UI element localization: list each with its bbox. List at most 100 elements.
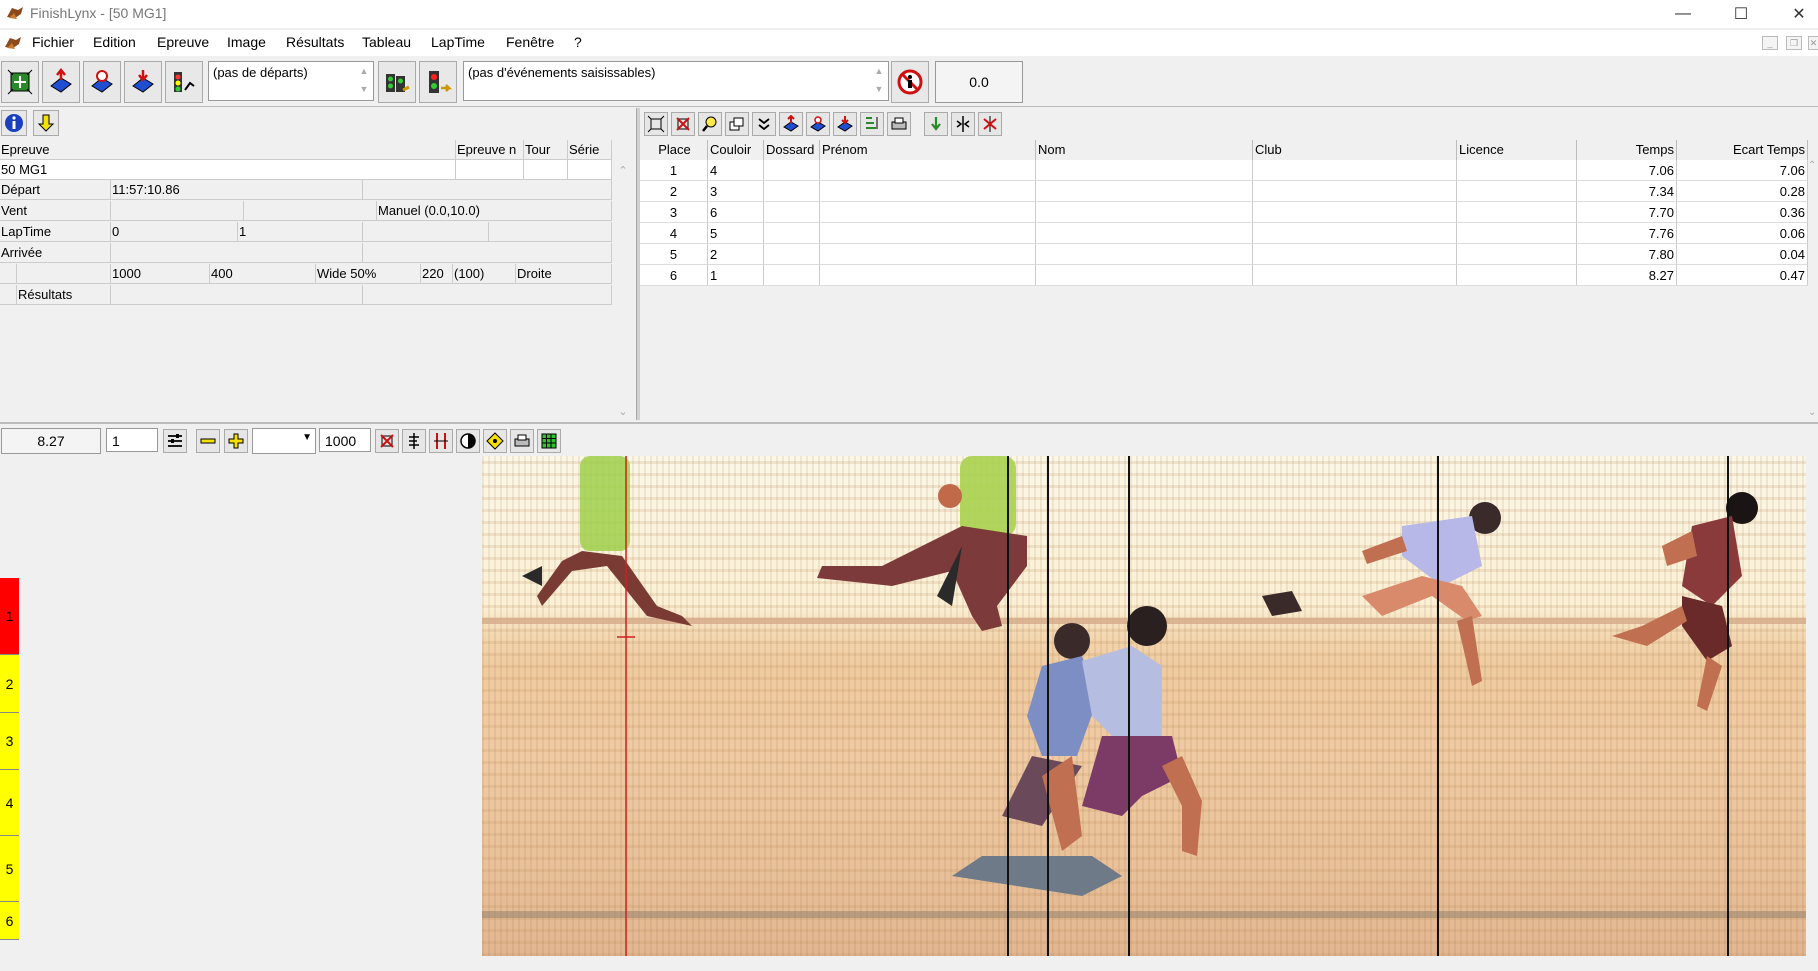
lane-marker-5[interactable]: 5: [0, 836, 19, 902]
lane-marker-2[interactable]: 2: [0, 655, 19, 713]
results-accept-button[interactable]: [924, 112, 948, 136]
cell-dossard[interactable]: [764, 223, 820, 244]
event-name-field[interactable]: 50 MG1: [0, 160, 456, 180]
cell-temps[interactable]: 7.06: [1577, 160, 1677, 181]
event-panel-scrollbar[interactable]: ⌃ ⌄: [614, 160, 632, 418]
time-line-2[interactable]: [1047, 456, 1049, 956]
results-search-button[interactable]: [698, 112, 722, 136]
cell-nom[interactable]: [1036, 160, 1253, 181]
laptime-start[interactable]: 0: [111, 222, 238, 242]
col-ecart-temps[interactable]: Ecart Temps: [1677, 140, 1808, 160]
event-number-field[interactable]: [456, 160, 524, 180]
cell-licence[interactable]: [1457, 265, 1577, 286]
col-nom[interactable]: Nom: [1036, 140, 1253, 160]
no-start-button[interactable]: [891, 61, 929, 103]
col-prenom[interactable]: Prénom: [820, 140, 1036, 160]
zoom-select[interactable]: ▼: [252, 428, 316, 454]
menu-fichier[interactable]: Fichier: [32, 34, 74, 50]
save-event-button[interactable]: [83, 61, 121, 103]
cell-couloir[interactable]: 1: [708, 265, 764, 286]
cell-nom[interactable]: [1036, 181, 1253, 202]
info-button[interactable]: [1, 110, 27, 136]
lane-marker-3[interactable]: 3: [0, 713, 19, 770]
cell-ecart-temps[interactable]: 0.28: [1677, 181, 1808, 202]
results-save-button[interactable]: [806, 112, 830, 136]
results-sort-button[interactable]: [860, 112, 884, 136]
results-print-button[interactable]: [887, 112, 911, 136]
arm-button[interactable]: [378, 61, 416, 103]
lane-marker-4[interactable]: 4: [0, 770, 19, 836]
hairline-button[interactable]: [429, 429, 453, 453]
cell-nom[interactable]: [1036, 202, 1253, 223]
open-event-button[interactable]: [42, 61, 80, 103]
camera-lens[interactable]: Wide 50%: [316, 264, 421, 284]
cell-temps[interactable]: 7.34: [1577, 181, 1677, 202]
download-event-button[interactable]: [124, 61, 162, 103]
menu-epreuve[interactable]: Epreuve: [157, 34, 209, 50]
cell-licence[interactable]: [1457, 223, 1577, 244]
results-open-button[interactable]: [779, 112, 803, 136]
cell-dossard[interactable]: [764, 265, 820, 286]
camera-direction[interactable]: Droite: [516, 264, 612, 284]
time-line-5[interactable]: [1727, 456, 1729, 956]
cell-nom[interactable]: [1036, 265, 1253, 286]
cell-club[interactable]: [1253, 160, 1457, 181]
mdi-minimize-button[interactable]: _: [1762, 36, 1778, 50]
minimize-button[interactable]: —: [1654, 0, 1712, 28]
camera-brightness[interactable]: 220: [421, 264, 453, 284]
col-licence[interactable]: Licence: [1457, 140, 1577, 160]
cell-dossard[interactable]: [764, 244, 820, 265]
cell-place[interactable]: 5: [640, 244, 708, 265]
cell-couloir[interactable]: 3: [708, 181, 764, 202]
menu-tableau[interactable]: Tableau: [362, 34, 411, 50]
cell-place[interactable]: 2: [640, 181, 708, 202]
resultats-value[interactable]: [111, 285, 363, 305]
starts-select[interactable]: (pas de départs) ▲ ▼: [208, 61, 374, 101]
depart-time-value[interactable]: 11:57:10.86: [111, 180, 363, 200]
cell-couloir[interactable]: 4: [708, 160, 764, 181]
cell-club[interactable]: [1253, 265, 1457, 286]
close-button[interactable]: ✕: [1770, 0, 1818, 28]
time-line-4[interactable]: [1437, 456, 1439, 956]
starts-select-spin[interactable]: ▲ ▼: [355, 62, 373, 100]
cell-licence[interactable]: [1457, 181, 1577, 202]
lane-marker-6[interactable]: 6: [0, 902, 19, 940]
cell-nom[interactable]: [1036, 223, 1253, 244]
results-delete-button[interactable]: [978, 112, 1002, 136]
cell-licence[interactable]: [1457, 202, 1577, 223]
density-field[interactable]: 1000: [319, 428, 371, 452]
cell-club[interactable]: [1253, 223, 1457, 244]
mdi-restore-button[interactable]: ❐: [1786, 36, 1802, 50]
cell-temps[interactable]: 7.76: [1577, 223, 1677, 244]
capture-button[interactable]: [1, 61, 39, 103]
menu-edition[interactable]: Edition: [93, 34, 136, 50]
cell-temps[interactable]: 7.70: [1577, 202, 1677, 223]
cell-dossard[interactable]: [764, 202, 820, 223]
zoom-out-button[interactable]: [196, 429, 220, 453]
cell-place[interactable]: 6: [640, 265, 708, 286]
serie-field[interactable]: [568, 160, 612, 180]
results-split-button[interactable]: [951, 112, 975, 136]
cell-prenom[interactable]: [820, 181, 1036, 202]
results-scrollbar[interactable]: ⌃ ⌄: [1808, 160, 1818, 418]
cell-place[interactable]: 1: [640, 160, 708, 181]
events-select[interactable]: (pas d'événements saisissables) ▲ ▼: [463, 61, 889, 101]
results-windows-button[interactable]: [725, 112, 749, 136]
col-dossard[interactable]: Dossard: [764, 140, 820, 160]
cell-place[interactable]: 4: [640, 223, 708, 244]
cell-prenom[interactable]: [820, 202, 1036, 223]
cell-couloir[interactable]: 6: [708, 202, 764, 223]
cell-ecart-temps[interactable]: 0.36: [1677, 202, 1808, 223]
camera-resolution[interactable]: 400: [210, 264, 316, 284]
col-couloir[interactable]: Couloir: [708, 140, 764, 160]
cell-club[interactable]: [1253, 202, 1457, 223]
time-line-3[interactable]: [1128, 456, 1130, 956]
cell-place[interactable]: 3: [640, 202, 708, 223]
cell-prenom[interactable]: [820, 160, 1036, 181]
zoom-in-button[interactable]: [224, 429, 248, 453]
cell-club[interactable]: [1253, 181, 1457, 202]
start-list-button[interactable]: [165, 61, 203, 103]
cell-ecart-temps[interactable]: 0.04: [1677, 244, 1808, 265]
cell-licence[interactable]: [1457, 244, 1577, 265]
vent-mode[interactable]: Manuel (0.0,10.0): [377, 201, 612, 221]
